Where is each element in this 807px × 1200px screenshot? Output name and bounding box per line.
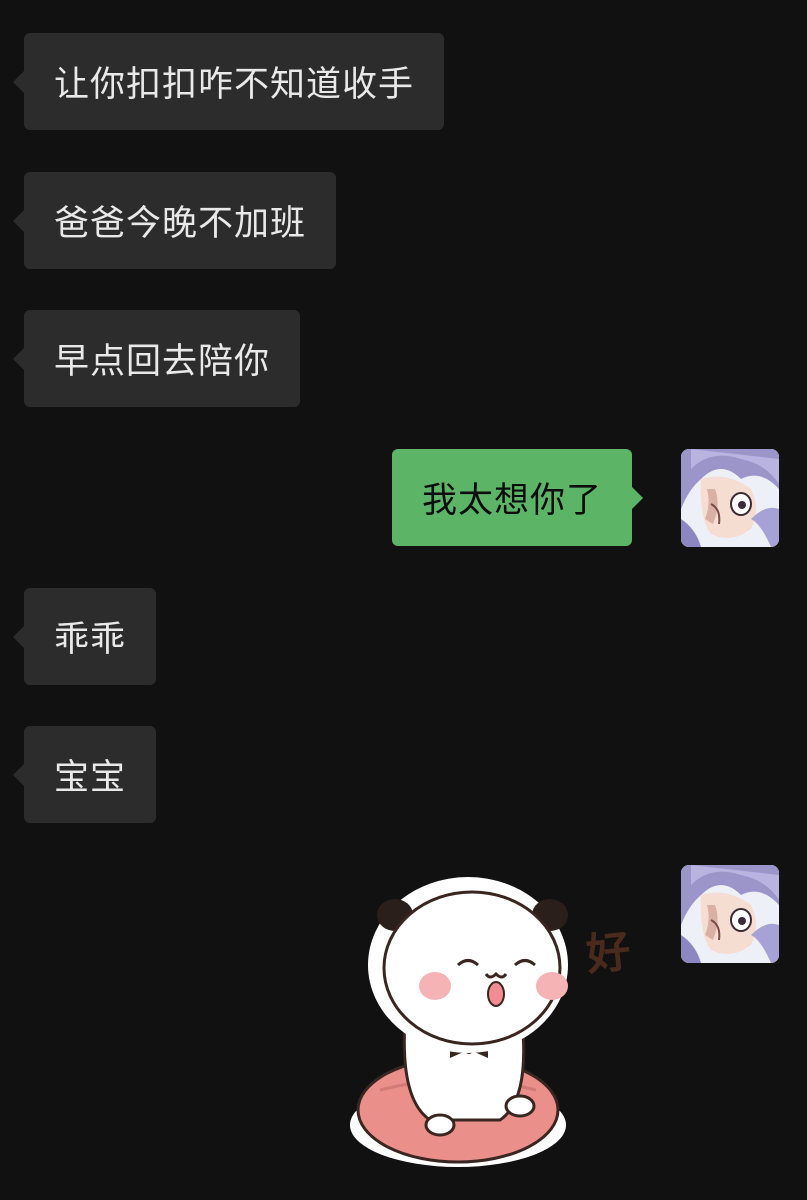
message-text: 宝宝 xyxy=(54,758,127,798)
user-avatar[interactable] xyxy=(681,449,779,547)
message-text: 爸爸今晚不加班 xyxy=(54,204,307,244)
message-text: 让你扣扣咋不知道收手 xyxy=(54,65,415,105)
panda-bear-sticker[interactable] xyxy=(350,870,650,1170)
message-text: 我太想你了 xyxy=(422,481,603,521)
anime-avatar-icon xyxy=(681,865,779,963)
message-text: 早点回去陪你 xyxy=(54,342,271,382)
incoming-message-bubble[interactable]: 乖乖 xyxy=(12,588,157,685)
user-avatar[interactable] xyxy=(681,865,779,963)
message-text: 乖乖 xyxy=(54,620,127,660)
incoming-message-bubble[interactable]: 爸爸今晚不加班 xyxy=(12,172,337,269)
outgoing-message-bubble[interactable]: 我太想你了 xyxy=(392,449,644,546)
incoming-message-bubble[interactable]: 早点回去陪你 xyxy=(12,310,301,407)
incoming-message-bubble[interactable]: 让你扣扣咋不知道收手 xyxy=(12,33,445,130)
incoming-message-bubble[interactable]: 宝宝 xyxy=(12,726,157,823)
panda-sticker-icon xyxy=(350,877,568,1167)
anime-avatar-icon xyxy=(681,449,779,547)
sticker-caption: 好 xyxy=(583,925,634,982)
